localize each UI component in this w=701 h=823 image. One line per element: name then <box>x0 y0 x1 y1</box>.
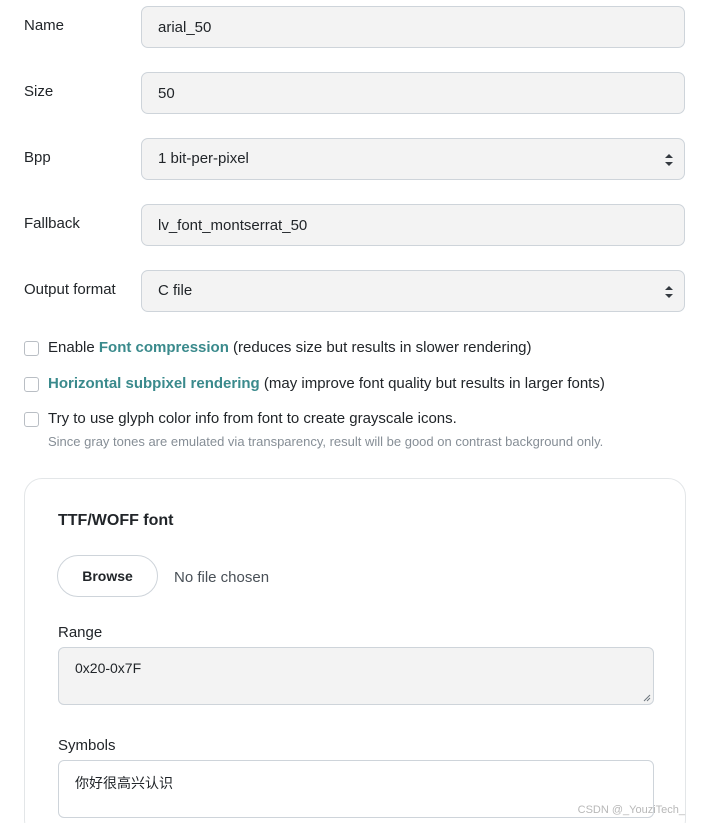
name-row: Name <box>0 6 701 48</box>
compression-prefix: Enable <box>48 339 99 356</box>
output-format-row: Output format C file <box>0 270 701 312</box>
range-textarea[interactable]: 0x20-0x7F <box>58 647 654 705</box>
size-input[interactable] <box>141 72 685 114</box>
fallback-input[interactable] <box>141 204 685 246</box>
file-status: No file chosen <box>174 569 270 586</box>
output-format-selected-value: C file <box>158 282 193 299</box>
bpp-label: Bpp <box>24 148 51 166</box>
select-arrows-icon <box>665 154 673 166</box>
bpp-select[interactable]: 1 bit-per-pixel <box>141 138 685 180</box>
subpixel-option: Horizontal subpixel rendering (may impro… <box>0 375 701 397</box>
range-label: Range <box>58 624 103 641</box>
subpixel-checkbox[interactable] <box>24 377 39 392</box>
subpixel-option-text: Horizontal subpixel rendering (may impro… <box>48 375 605 392</box>
name-label: Name <box>24 16 65 34</box>
output-format-select[interactable]: C file <box>141 270 685 312</box>
fallback-row: Fallback <box>0 204 701 246</box>
output-format-label: Output format <box>24 280 116 298</box>
select-arrows-icon <box>665 286 673 298</box>
horizontal-subpixel-link[interactable]: Horizontal subpixel rendering <box>48 375 260 392</box>
font-card-title: TTF/WOFF font <box>58 512 174 529</box>
symbols-textarea[interactable]: 你好很高兴认识 <box>58 760 654 818</box>
compression-description: (reduces size but results in slower rend… <box>228 339 532 356</box>
size-row: Size <box>0 72 701 114</box>
compression-option-text: Enable Font compression (reduces size bu… <box>48 339 532 356</box>
glyph-color-text: Try to use glyph color info from font to… <box>48 410 457 427</box>
font-compression-link[interactable]: Font compression <box>99 339 229 356</box>
glyph-color-checkbox[interactable] <box>24 412 39 427</box>
compression-option: Enable Font compression (reduces size bu… <box>0 339 701 361</box>
subpixel-description: (may improve font quality but results in… <box>259 375 605 392</box>
font-card: TTF/WOFF font Browse No file chosen Rang… <box>24 478 686 823</box>
glyph-color-hint: Since gray tones are emulated via transp… <box>48 434 604 449</box>
compression-checkbox[interactable] <box>24 341 39 356</box>
fallback-label: Fallback <box>24 214 80 232</box>
resize-grip-icon[interactable] <box>643 694 651 702</box>
watermark: CSDN @_YouziTech_ <box>577 804 685 816</box>
size-label: Size <box>24 82 54 100</box>
symbols-value: 你好很高兴认识 <box>75 775 173 791</box>
bpp-selected-value: 1 bit-per-pixel <box>158 150 249 167</box>
bpp-row: Bpp 1 bit-per-pixel <box>0 138 701 180</box>
browse-button[interactable]: Browse <box>57 555 158 597</box>
symbols-label: Symbols <box>58 737 116 754</box>
font-converter-page: Name Size Bpp 1 bit-per-pixel Fallback O… <box>0 0 701 823</box>
name-input[interactable] <box>141 6 685 48</box>
range-value: 0x20-0x7F <box>75 660 142 676</box>
glyph-color-option: Try to use glyph color info from font to… <box>0 410 701 432</box>
